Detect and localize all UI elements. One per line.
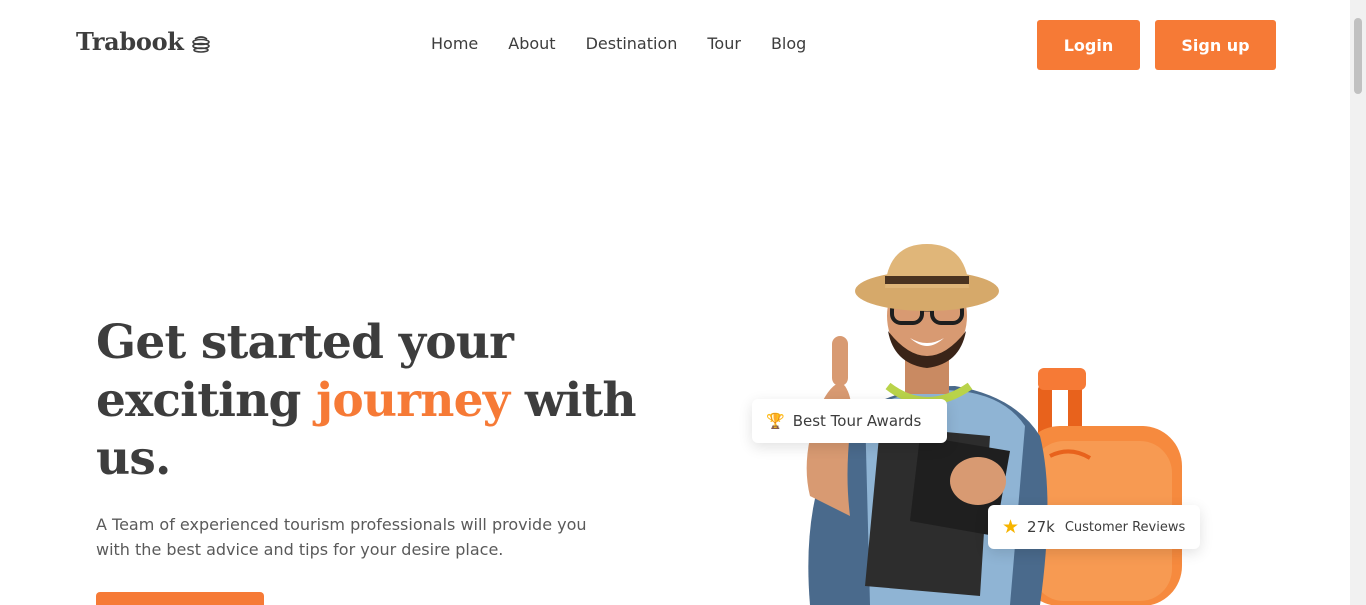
main-nav: Home About Destination Tour Blog xyxy=(431,34,806,53)
nav-destination[interactable]: Destination xyxy=(586,34,678,53)
hero-title: Get started your exciting journey with u… xyxy=(96,314,656,488)
scrollbar-thumb[interactable] xyxy=(1354,18,1362,94)
star-icon: ★ xyxy=(1002,516,1020,538)
hero-cta-button[interactable] xyxy=(96,592,264,605)
hero-title-accent: journey xyxy=(316,373,510,428)
signup-button[interactable]: Sign up xyxy=(1155,20,1276,70)
nav-blog[interactable]: Blog xyxy=(771,34,806,53)
reviews-badge: ★ 27k Customer Reviews xyxy=(988,505,1200,549)
navbar: Trabook Home About Destination Tour Blog… xyxy=(0,0,1350,90)
login-button[interactable]: Login xyxy=(1037,20,1140,70)
awards-badge: 🏆 Best Tour Awards xyxy=(752,399,947,443)
reviews-label: Customer Reviews xyxy=(1064,519,1186,535)
brand-name: Trabook xyxy=(76,27,184,56)
trophy-icon: 🏆 xyxy=(766,412,785,430)
reviews-count: 27k xyxy=(1027,518,1055,536)
stack-icon xyxy=(191,35,210,53)
awards-label: Best Tour Awards xyxy=(792,412,922,430)
page-scrollbar[interactable] xyxy=(1350,0,1366,605)
brand-logo[interactable]: Trabook xyxy=(76,27,212,56)
nav-tour[interactable]: Tour xyxy=(707,34,741,53)
hero-subtitle: A Team of experienced tourism profession… xyxy=(96,515,587,559)
nav-home[interactable]: Home xyxy=(431,34,478,53)
nav-about[interactable]: About xyxy=(508,34,555,53)
